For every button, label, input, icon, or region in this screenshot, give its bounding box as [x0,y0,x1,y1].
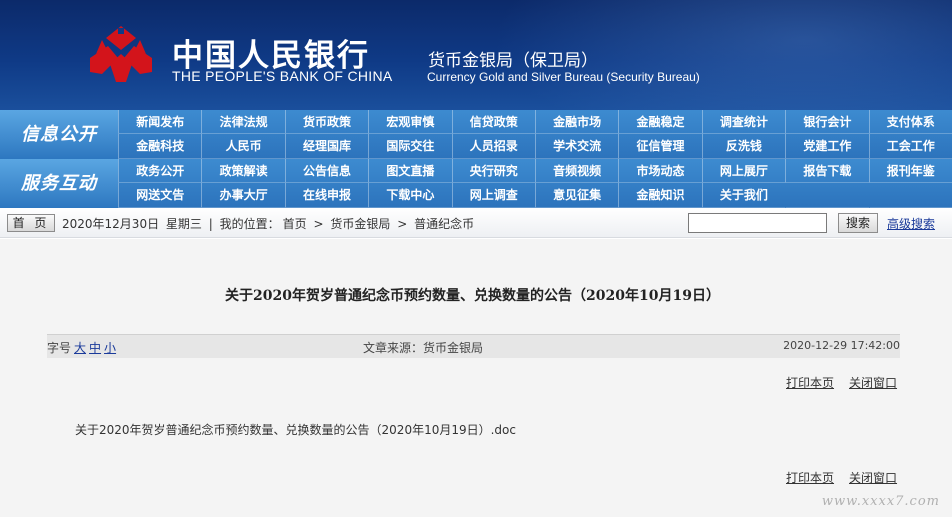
current-weekday: 星期三 [165,217,202,231]
nav-item-notices[interactable]: 网送文告 [118,183,202,208]
nav-item-academic[interactable]: 学术交流 [534,134,619,159]
close-window-link-bottom[interactable]: 关闭窗口 [849,471,897,485]
breadcrumb-bureau-link[interactable]: 货币金银局 [330,217,390,231]
nav-item-policy-interpretation[interactable]: 政策解读 [201,159,285,183]
nav-item-research[interactable]: 央行研究 [451,159,535,183]
nav-service: 服务互动 政务公开 政策解读 公告信息 图文直播 央行研究 音频视频 市场动态 … [0,159,952,208]
nav-item-download-center[interactable]: 下载中心 [368,183,452,208]
font-size-label: 字号 [47,341,72,355]
nav-item-empty [868,183,952,208]
search-input[interactable] [688,213,827,233]
breadcrumb: 2020年12月30日 星期三 | 我的位置： 首页 > 货币金银局 > 普通纪念… [62,215,477,232]
nav-item-payment-system[interactable]: 支付体系 [868,110,952,134]
nav-item-empty [785,183,869,208]
article-actions-top: 打印本页 关闭窗口 [786,374,897,391]
article-title: 关于2020年贺岁普通纪念币预约数量、兑换数量的公告（2020年10月19日） [225,288,720,304]
nav-item-report-download[interactable]: 报告下载 [785,159,869,183]
print-page-link-bottom[interactable]: 打印本页 [786,471,834,485]
article-datetime: 2020-12-29 17:42:00 [783,339,900,352]
nav-item-treasury[interactable]: 经理国库 [284,134,369,159]
nav-item-financial-stability[interactable]: 金融稳定 [618,110,702,134]
watermark: www.xxxx7.com [821,494,940,509]
nav-item-monetary-policy[interactable]: 货币政策 [284,110,369,134]
nav-item-credit-policy[interactable]: 信贷政策 [451,110,535,134]
nav-item-media[interactable]: 音频视频 [534,159,619,183]
nav-item-union[interactable]: 工会工作 [868,134,952,159]
attachment-link[interactable]: 关于2020年贺岁普通纪念币预约数量、兑换数量的公告（2020年10月19日）.… [75,421,516,438]
nav-item-laws[interactable]: 法律法规 [201,110,285,134]
font-size-small[interactable]: 小 [104,341,116,355]
article-content: 关于2020年贺岁普通纪念币预约数量、兑换数量的公告（2020年10月19日） … [0,239,952,517]
nav-grid-service: 政务公开 政策解读 公告信息 图文直播 央行研究 音频视频 市场动态 网上展厅 … [118,159,952,208]
font-size-large[interactable]: 大 [74,341,86,355]
nav-item-online-exhibition[interactable]: 网上展厅 [701,159,786,183]
article-source: 文章来源：货币金银局 [363,341,484,355]
nav-title-service: 服务互动 [0,159,118,208]
nav-title-info-public: 信息公开 [0,110,118,159]
breadcrumb-commemorative-link[interactable]: 普通纪念币 [414,217,474,231]
nav-item-party-building[interactable]: 党建工作 [785,134,869,159]
nav-item-rmb[interactable]: 人民币 [201,134,285,159]
nav-item-live[interactable]: 图文直播 [368,159,452,183]
breadcrumb-arrow: > [313,217,324,231]
bureau-name-en: Currency Gold and Silver Bureau (Securit… [427,70,700,84]
article-info-bar: 字号大中小 文章来源：货币金银局 2020-12-29 17:42:00 [47,334,900,358]
bureau-name-cn: 货币金银局（保卫局） [428,51,598,71]
site-header-banner: 中国人民银行 THE PEOPLE'S BANK OF CHINA 货币金银局（… [0,0,952,110]
separator: | [208,217,213,231]
nav-item-announcements[interactable]: 公告信息 [284,159,369,183]
nav-item-service-hall[interactable]: 办事大厅 [201,183,285,208]
breadcrumb-bar: 首 页 2020年12月30日 星期三 | 我的位置： 首页 > 货币金银局 > … [0,208,952,238]
nav-item-financial-knowledge[interactable]: 金融知识 [618,183,702,208]
breadcrumb-home-link[interactable]: 首页 [283,217,307,231]
location-label: 我的位置： [219,217,280,231]
home-button[interactable]: 首 页 [7,214,55,232]
nav-item-online-filing[interactable]: 在线申报 [284,183,369,208]
nav-item-international[interactable]: 国际交往 [368,134,452,159]
nav-item-market-dynamics[interactable]: 市场动态 [618,159,702,183]
nav-item-gov-affairs[interactable]: 政务公开 [118,159,202,183]
nav-item-financial-market[interactable]: 金融市场 [534,110,619,134]
nav-item-fintech[interactable]: 金融科技 [118,134,202,159]
close-window-link[interactable]: 关闭窗口 [849,376,897,390]
font-size-control: 字号大中小 [47,339,116,356]
breadcrumb-arrow: > [397,217,408,231]
article-actions-bottom: 打印本页 关闭窗口 [786,469,897,486]
nav-item-credit-reference[interactable]: 征信管理 [618,134,702,159]
nav-item-anti-money-laundering[interactable]: 反洗钱 [701,134,786,159]
bank-name-en: THE PEOPLE'S BANK OF CHINA [172,68,393,84]
nav-item-online-survey[interactable]: 网上调查 [451,183,535,208]
advanced-search-link[interactable]: 高级搜索 [887,215,935,232]
font-size-medium[interactable]: 中 [89,341,101,355]
print-page-link[interactable]: 打印本页 [786,376,834,390]
search-button[interactable]: 搜索 [838,213,878,233]
current-date: 2020年12月30日 [62,217,160,231]
nav-grid-info-public: 新闻发布 法律法规 货币政策 宏观审慎 信贷政策 金融市场 金融稳定 调查统计 … [118,110,952,159]
nav-item-recruitment[interactable]: 人员招录 [451,134,535,159]
nav-item-feedback[interactable]: 意见征集 [534,183,619,208]
nav-info-public: 信息公开 新闻发布 法律法规 货币政策 宏观审慎 信贷政策 金融市场 金融稳定 … [0,110,952,159]
nav-item-macro-prudential[interactable]: 宏观审慎 [368,110,452,134]
nav-item-about-us[interactable]: 关于我们 [701,183,786,208]
nav-item-news[interactable]: 新闻发布 [118,110,202,134]
pboc-logo-icon[interactable] [88,24,154,84]
nav-item-survey-statistics[interactable]: 调查统计 [701,110,786,134]
nav-item-bank-accounting[interactable]: 银行会计 [785,110,869,134]
nav-item-yearbook[interactable]: 报刊年鉴 [868,159,952,183]
